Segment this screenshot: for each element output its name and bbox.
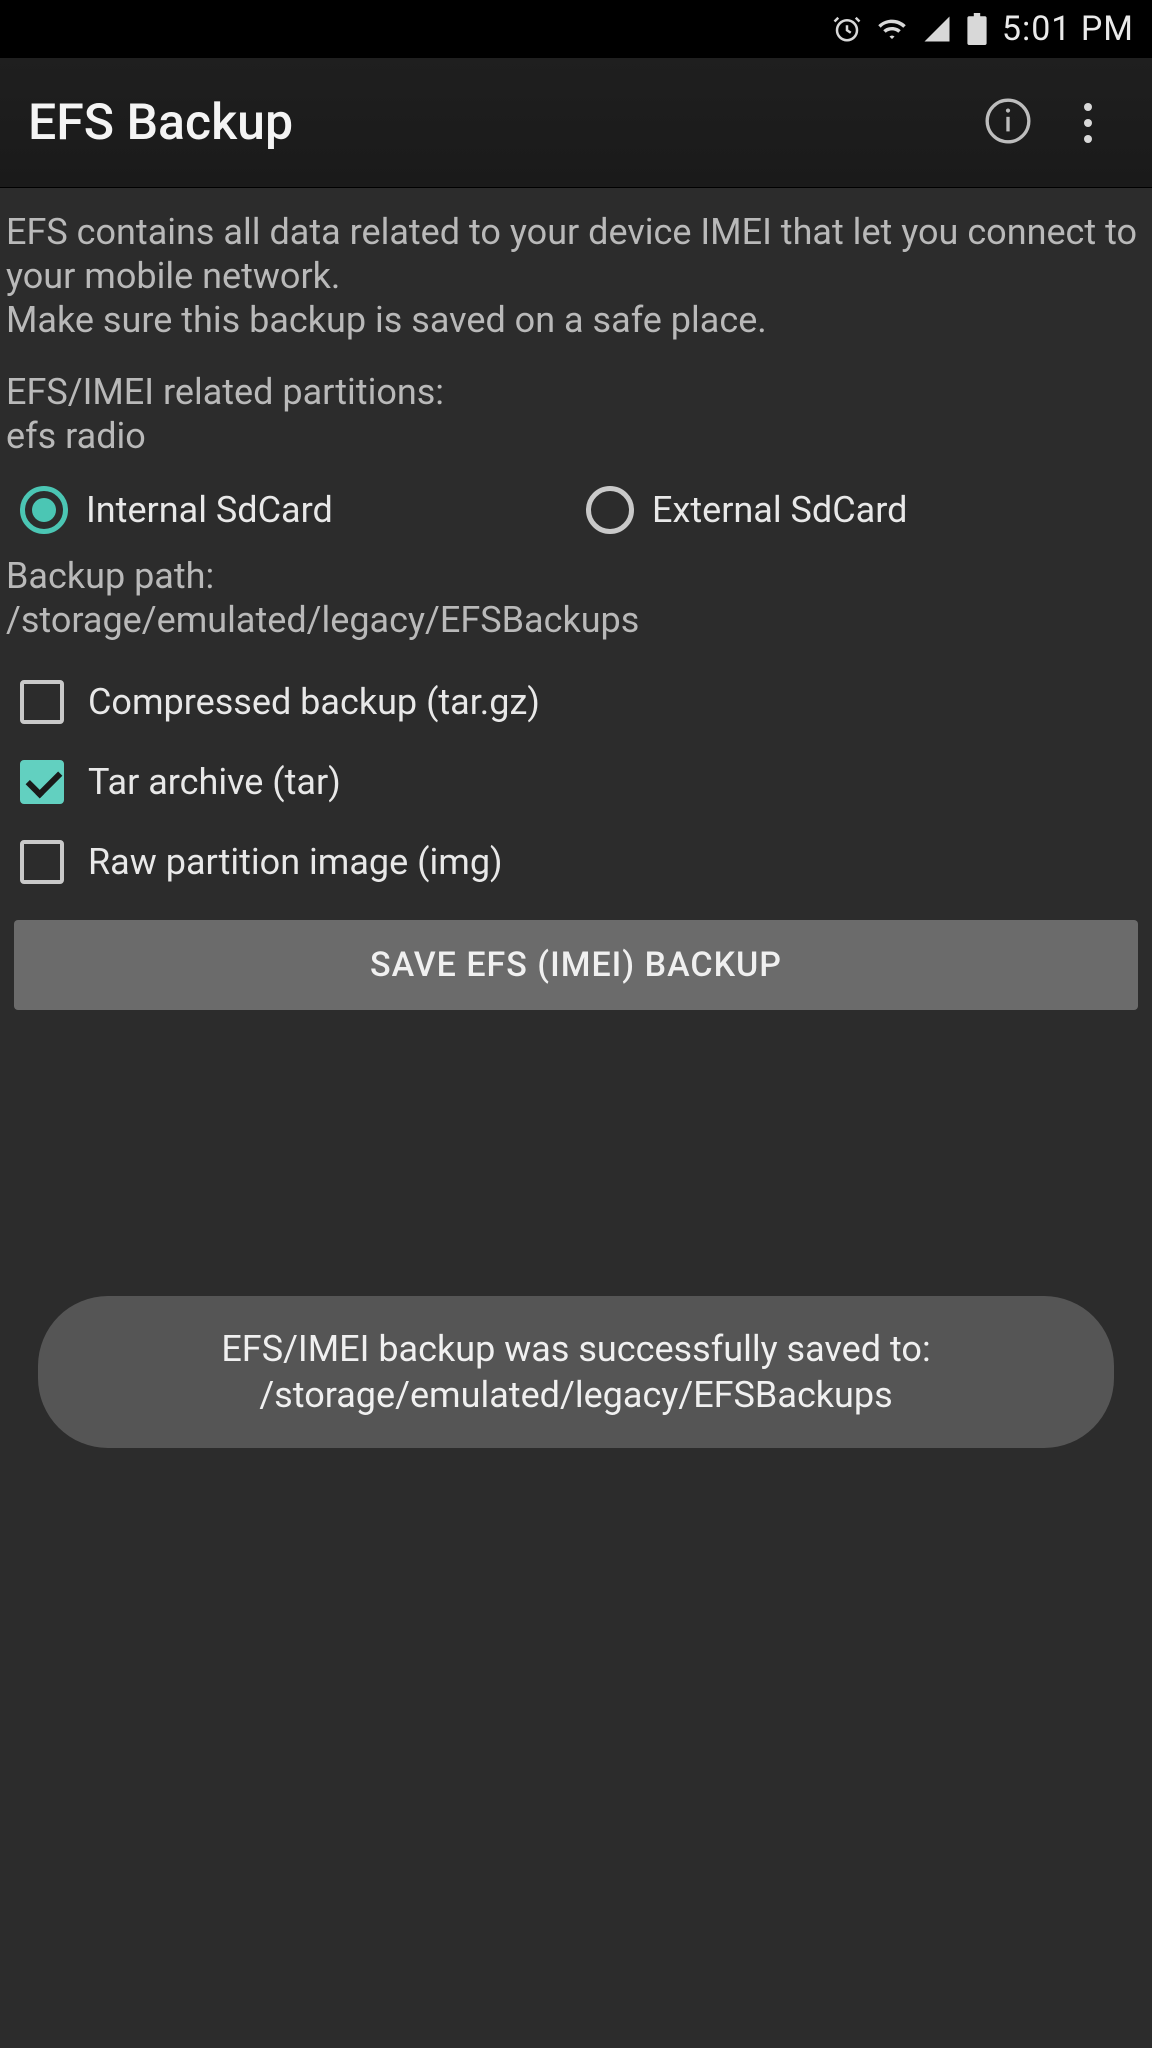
radio-indicator [586,486,634,534]
radio-external-sdcard[interactable]: External SdCard [586,486,1132,534]
status-clock: 5:01 PM [1002,9,1134,49]
radio-internal-sdcard[interactable]: Internal SdCard [20,486,566,534]
save-backup-button[interactable]: SAVE EFS (IMEI) BACKUP [14,920,1138,1010]
battery-icon [966,13,988,45]
save-backup-button-label: SAVE EFS (IMEI) BACKUP [370,945,782,985]
overflow-menu-button[interactable] [1048,83,1128,163]
checkbox-raw-label: Raw partition image (img) [88,841,503,883]
app-bar: EFS Backup [0,58,1152,188]
toast-line1: EFS/IMEI backup was successfully saved t… [221,1328,930,1370]
checkbox-indicator [20,760,64,804]
checkbox-indicator [20,680,64,724]
checkbox-compressed-label: Compressed backup (tar.gz) [88,681,540,723]
radio-internal-label: Internal SdCard [86,489,333,531]
backup-path-info: Backup path: /storage/emulated/legacy/EF… [0,554,1152,642]
wifi-icon [876,14,908,44]
toast-line2: /storage/emulated/legacy/EFSBackups [259,1374,892,1416]
description-line2: Make sure this backup is saved on a safe… [6,299,767,341]
backup-path-label: Backup path: [6,555,214,597]
status-bar: 5:01 PM [0,0,1152,58]
info-button[interactable] [968,83,1048,163]
checkbox-indicator [20,840,64,884]
description-line1: EFS contains all data related to your de… [6,211,1137,297]
storage-radio-group: Internal SdCard External SdCard [0,458,1152,548]
checkbox-compressed[interactable]: Compressed backup (tar.gz) [20,662,1132,742]
description-text: EFS contains all data related to your de… [0,210,1152,342]
more-vert-icon [1084,103,1092,143]
radio-indicator [20,486,68,534]
backup-path-value: /storage/emulated/legacy/EFSBackups [6,599,639,641]
alarm-icon [832,14,862,44]
toast-notification: EFS/IMEI backup was successfully saved t… [38,1296,1114,1448]
toast-text: EFS/IMEI backup was successfully saved t… [82,1326,1070,1418]
app-title: EFS Backup [28,94,968,152]
content-area: EFS contains all data related to your de… [0,188,1152,2048]
checkbox-tar[interactable]: Tar archive (tar) [20,742,1132,822]
radio-external-label: External SdCard [652,489,907,531]
format-checkbox-group: Compressed backup (tar.gz) Tar archive (… [0,642,1152,910]
cellular-signal-icon [922,14,952,44]
checkbox-tar-label: Tar archive (tar) [88,761,341,803]
info-icon [983,96,1033,150]
partitions-list: efs radio [6,415,146,457]
partitions-info: EFS/IMEI related partitions: efs radio [0,370,1152,458]
partitions-header: EFS/IMEI related partitions: [6,371,444,413]
checkbox-raw[interactable]: Raw partition image (img) [20,822,1132,902]
